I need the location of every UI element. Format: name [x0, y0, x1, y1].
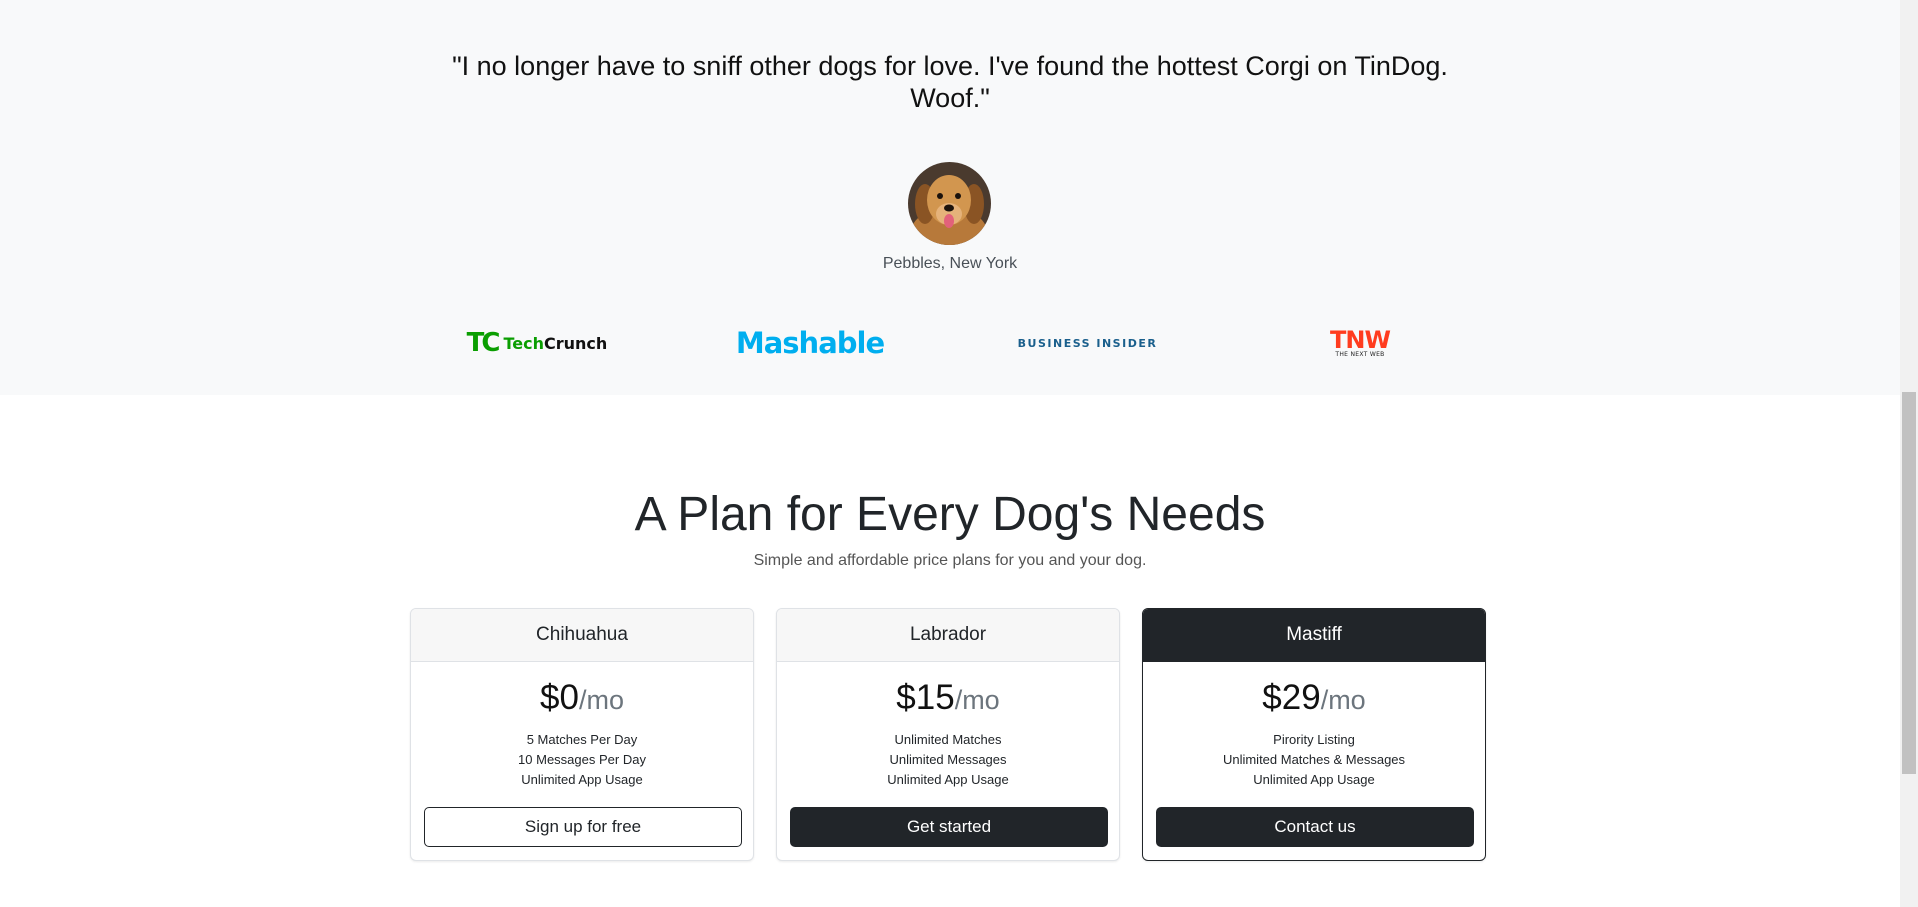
techcrunch-wordmark: TechCrunch: [503, 333, 608, 353]
feature-item: Unlimited App Usage: [887, 772, 1009, 787]
price-period: /mo: [954, 685, 1000, 715]
feature-item: Pirority Listing: [1273, 732, 1355, 747]
price-amount: $15: [896, 678, 955, 717]
feature-item: Unlimited Matches: [894, 732, 1002, 747]
feature-item: 10 Messages Per Day: [518, 752, 646, 767]
feature-item: Unlimited Messages: [889, 752, 1007, 767]
feature-item: Unlimited App Usage: [1253, 772, 1375, 787]
techcrunch-logo: TC TechCrunch: [462, 325, 612, 361]
dog-avatar: [908, 162, 991, 245]
press-logos: TC TechCrunch Mashable BUSINESS INSIDER …: [0, 325, 1900, 361]
mashable-logo: Mashable: [735, 326, 885, 360]
pricing-title: A Plan for Every Dog's Needs: [634, 488, 1266, 541]
price-amount: $29: [1262, 678, 1321, 717]
testimonial-quote: "I no longer have to sniff other dogs fo…: [452, 51, 1448, 113]
plan-features: 5 Matches Per Day 10 Messages Per Day Un…: [411, 730, 753, 790]
scrollbar-thumb[interactable]: [1902, 392, 1916, 774]
plan-price: $0/mo: [411, 676, 753, 720]
plan-card-labrador: Labrador $15/mo Unlimited Matches Unlimi…: [776, 608, 1120, 861]
price-period: /mo: [578, 685, 624, 715]
contact-us-button[interactable]: Contact us: [1156, 807, 1474, 847]
plan-card-chihuahua: Chihuahua $0/mo 5 Matches Per Day 10 Mes…: [410, 608, 754, 861]
plan-features: Unlimited Matches Unlimited Messages Unl…: [777, 730, 1119, 790]
plan-features: Pirority Listing Unlimited Matches & Mes…: [1143, 730, 1485, 790]
plan-name: Mastiff: [1143, 609, 1485, 662]
plan-price: $29/mo: [1143, 676, 1485, 720]
testimonial-author: Pebbles, New York: [882, 255, 1018, 272]
business-insider-logo: BUSINESS INSIDER: [1017, 336, 1158, 350]
page-scrollbar[interactable]: [1900, 0, 1918, 907]
plan-price: $15/mo: [777, 676, 1119, 720]
golden-retriever-image: [908, 162, 991, 245]
price-amount: $0: [540, 678, 579, 717]
plan-name: Chihuahua: [411, 609, 753, 662]
plan-card-mastiff: Mastiff $29/mo Pirority Listing Unlimite…: [1142, 608, 1486, 861]
plan-name: Labrador: [777, 609, 1119, 662]
get-started-button[interactable]: Get started: [790, 807, 1108, 847]
sign-up-free-button[interactable]: Sign up for free: [424, 807, 742, 847]
price-period: /mo: [1320, 685, 1366, 715]
techcrunch-mark: TC: [466, 328, 501, 358]
pricing-subtitle: Simple and affordable price plans for yo…: [753, 552, 1147, 569]
feature-item: Unlimited Matches & Messages: [1222, 752, 1406, 767]
tnw-logo: TNW THE NEXT WEB: [1330, 325, 1391, 358]
feature-item: Unlimited App Usage: [521, 772, 643, 787]
testimonial-section: "I no longer have to sniff other dogs fo…: [0, 0, 1900, 395]
feature-item: 5 Matches Per Day: [526, 732, 638, 747]
